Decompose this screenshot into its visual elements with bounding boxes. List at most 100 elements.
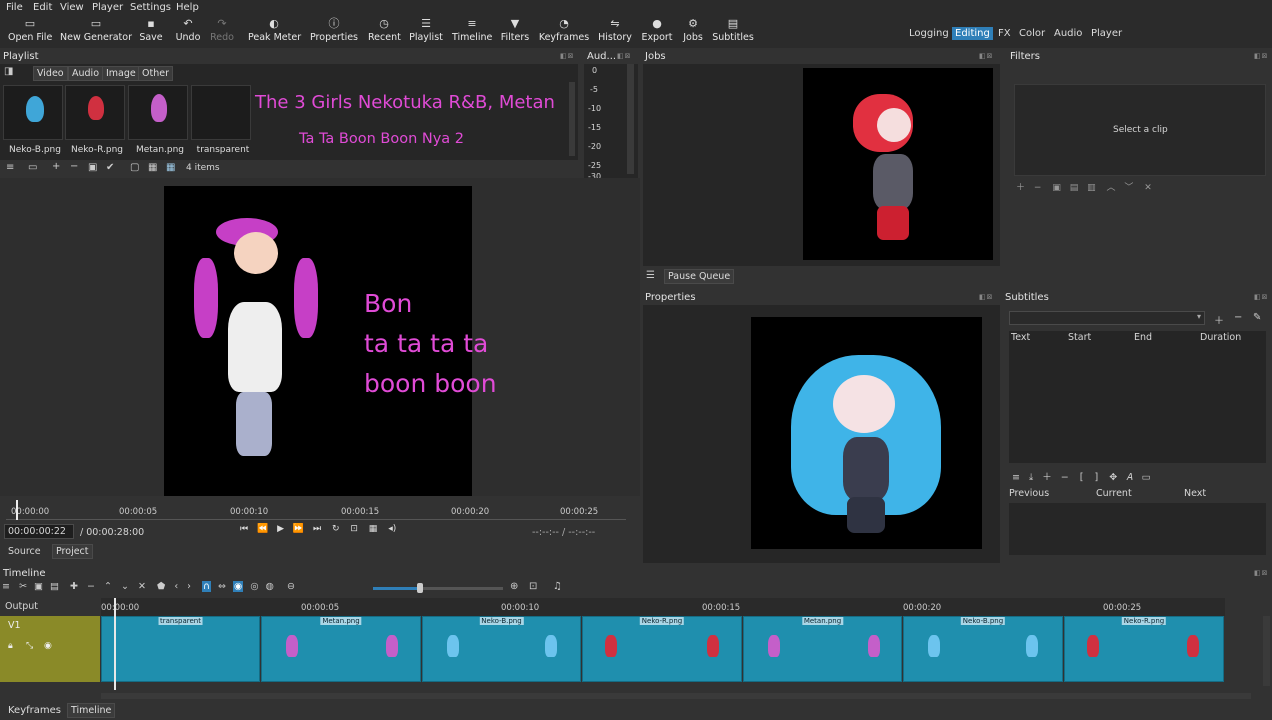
subtitles-window-controls[interactable]: ◧⊠ [1254, 293, 1268, 301]
zoom-in-icon[interactable]: ⊕ [510, 581, 518, 592]
ripple-all-icon[interactable]: ◎ [250, 581, 258, 592]
import-icon[interactable]: ⤓ [1029, 472, 1033, 483]
overwrite-icon[interactable]: ⌄ [121, 581, 129, 592]
timeline-clip-neko-b[interactable]: Neko-B.png [422, 616, 581, 682]
play-icon[interactable]: ▶ [277, 524, 284, 534]
col-text[interactable]: Text [1011, 332, 1030, 343]
timeline-hscroll[interactable] [101, 693, 1251, 699]
timeline-button[interactable]: ≡ Timeline [452, 16, 492, 48]
player-ruler[interactable]: 00:00:00 00:00:05 00:00:10 00:00:15 00:0… [6, 500, 626, 520]
timeline-window-controls[interactable]: ◧⊠ [1254, 569, 1268, 577]
audio-meter-scrollbar[interactable] [627, 64, 634, 174]
timeline-clip-metan[interactable]: Metan.png [261, 616, 421, 682]
icons-view-icon[interactable]: ▦ [166, 162, 175, 173]
cut-icon[interactable]: ✂ [19, 581, 27, 592]
subtitle-track-select[interactable]: ▾ [1009, 311, 1205, 325]
keyframes-button[interactable]: ◔ Keyframes [538, 16, 590, 48]
col-duration[interactable]: Duration [1200, 332, 1241, 343]
undo-button[interactable]: ↶ Undo [174, 16, 202, 48]
menu-settings[interactable]: Settings [130, 2, 171, 13]
playlist-item-neko-b[interactable]: Neko-B.png [3, 85, 63, 155]
speech-icon[interactable]: ▭ [1142, 472, 1151, 483]
zoom-slider-handle[interactable] [417, 583, 423, 593]
playlist-button[interactable]: ☰ Playlist [409, 16, 443, 48]
tiles-view-icon[interactable]: ▦ [148, 162, 157, 173]
menu-player[interactable]: Player [92, 2, 123, 13]
zoom-fit-icon[interactable]: ⊡ [529, 581, 537, 592]
playlist-window-controls[interactable]: ◧⊠ [560, 52, 574, 60]
menu-file[interactable]: File [6, 2, 23, 13]
lock-icon[interactable]: 🔒︎ [8, 641, 13, 651]
next-marker-icon[interactable]: › [187, 581, 191, 592]
timeline-playhead[interactable] [114, 598, 116, 690]
zoom-icon[interactable]: ⊡ [350, 524, 358, 534]
save-filter-icon[interactable]: ▥ [1087, 183, 1096, 193]
check-icon[interactable]: ✔ [106, 162, 114, 173]
current-time-field[interactable]: 00:00:00:22 [4, 524, 74, 539]
timeline-clip-transparent[interactable]: transparent [101, 616, 260, 682]
composite-icon[interactable]: ⤡ [26, 641, 33, 651]
tab-other[interactable]: Other [138, 66, 173, 81]
open-icon[interactable]: ▭ [28, 162, 37, 173]
move-down-icon[interactable]: ﹀ [1124, 183, 1133, 193]
jobs-button[interactable]: ⚙ Jobs [681, 16, 705, 48]
add-icon[interactable]: + [52, 161, 60, 172]
copy-icon[interactable]: ▣ [34, 581, 43, 592]
playlist-item-transparent[interactable]: transparent [191, 85, 251, 155]
move-icon[interactable]: ✥ [1109, 472, 1117, 483]
menu-icon[interactable]: ≡ [6, 162, 14, 173]
add-subtitle-icon[interactable]: ＋ [1042, 472, 1052, 483]
history-button[interactable]: ⇋ History [597, 16, 633, 48]
copy-filter-icon[interactable]: ▣ [1052, 183, 1061, 193]
remove-track-icon[interactable]: − [1234, 312, 1242, 323]
prev-marker-icon[interactable]: ‹ [174, 581, 178, 592]
workspace-editing[interactable]: Editing [952, 27, 993, 40]
zoom-out-icon[interactable]: ⊖ [287, 581, 295, 592]
remove-subtitle-icon[interactable]: − [1061, 472, 1069, 483]
timeline-clip-neko-r[interactable]: Neko-R.png [582, 616, 742, 682]
save-button[interactable]: ▪ Save [138, 16, 164, 48]
col-end[interactable]: End [1134, 332, 1152, 343]
open-file-button[interactable]: ▭ Open File [8, 16, 52, 48]
export-button[interactable]: ● Export [640, 16, 674, 48]
playlist-item-metan[interactable]: Metan.png [128, 85, 188, 155]
record-audio-icon[interactable]: ♫ [553, 581, 562, 592]
rewind-icon[interactable]: ⏪ [257, 524, 268, 534]
tab-project[interactable]: Project [52, 544, 93, 559]
jobs-window-controls[interactable]: ◧⊠ [979, 52, 993, 60]
update-icon[interactable]: ▣ [88, 162, 97, 173]
menu-edit[interactable]: Edit [33, 2, 52, 13]
tab-audio[interactable]: Audio [68, 66, 104, 81]
marker-icon[interactable]: ⬟ [157, 581, 165, 592]
audio-window-controls[interactable]: ◧⊠ [617, 52, 631, 60]
paste-filter-icon[interactable]: ▤ [1070, 183, 1079, 193]
add-track-icon[interactable]: ＋ [1214, 312, 1224, 327]
workspace-player[interactable]: Player [1088, 27, 1125, 40]
playlist-scrollbar[interactable] [569, 82, 575, 156]
timeline-clip-metan[interactable]: Metan.png [743, 616, 902, 682]
move-up-icon[interactable]: ︿ [1106, 183, 1115, 193]
filters-button[interactable]: ▼ Filters [500, 16, 530, 48]
timeline-ruler[interactable]: 00:00:00 00:00:05 00:00:10 00:00:15 00:0… [101, 598, 1225, 616]
remove-icon[interactable]: − [87, 581, 95, 592]
sidebar-toggle-icon[interactable]: ◨ [4, 66, 13, 77]
snap-icon[interactable]: ∩ [202, 581, 211, 592]
bottom-tab-keyframes[interactable]: Keyframes [8, 705, 61, 716]
ripple-icon[interactable]: ◉ [233, 581, 244, 592]
playlist-item-neko-r[interactable]: Neko-R.png [65, 85, 125, 155]
skip-end-icon[interactable]: ⏭ [313, 524, 321, 534]
jobs-menu-icon[interactable]: ☰ [646, 270, 655, 281]
edit-track-icon[interactable]: ✎ [1253, 312, 1261, 323]
tab-image[interactable]: Image [102, 66, 140, 81]
grid-icon[interactable]: ▦ [369, 524, 378, 534]
menu-view[interactable]: View [60, 2, 84, 13]
properties-button[interactable]: ⓘ Properties [310, 16, 358, 48]
set-end-icon[interactable]: ] [1095, 472, 1099, 483]
zoom-slider[interactable] [373, 583, 503, 593]
split-icon[interactable]: ✕ [138, 581, 146, 592]
eye-icon[interactable]: ◉ [44, 641, 52, 651]
workspace-audio[interactable]: Audio [1051, 27, 1085, 40]
new-generator-button[interactable]: ▭ New Generator [60, 16, 132, 48]
track-v1-header[interactable]: V1 🔒︎ ⤡ ◉ [0, 616, 100, 682]
properties-window-controls[interactable]: ◧⊠ [979, 293, 993, 301]
